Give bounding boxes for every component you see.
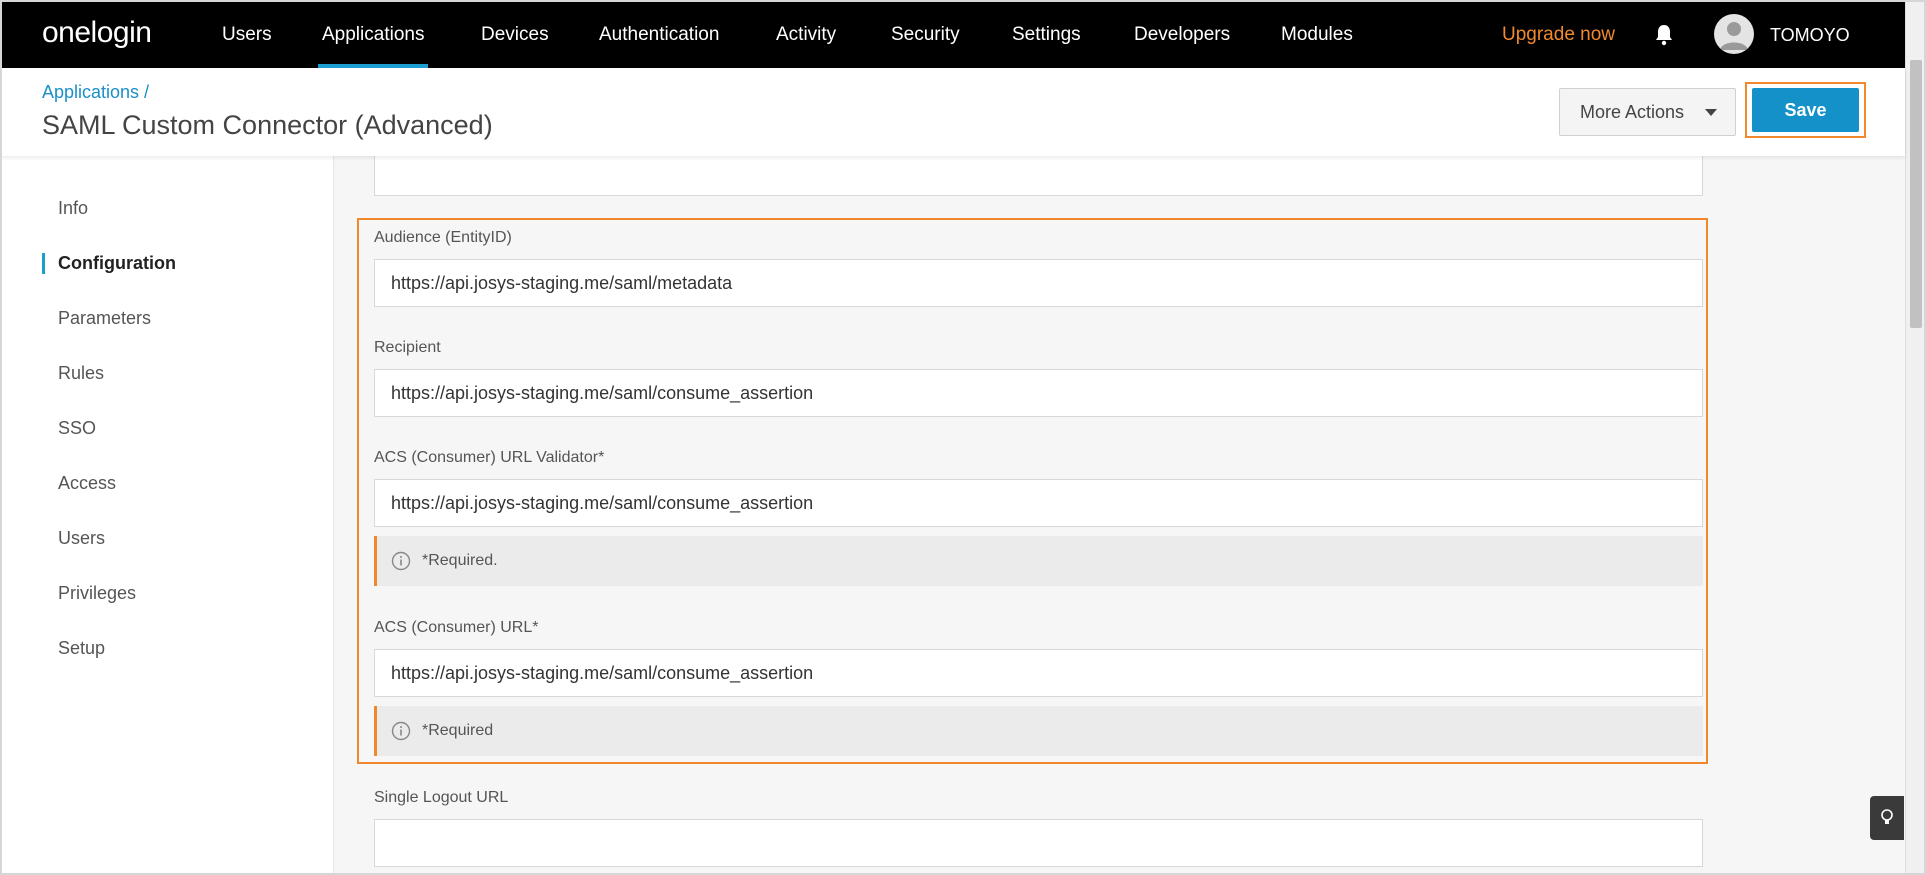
sidebar-item-sso[interactable]: SSO xyxy=(58,418,96,439)
top-navigation: onelogin Users Applications Devices Auth… xyxy=(0,0,1905,68)
recipient-label: Recipient xyxy=(374,339,441,356)
single-logout-input[interactable] xyxy=(374,819,1703,867)
sidebar-item-configuration[interactable]: Configuration xyxy=(42,253,176,274)
nav-item-security[interactable]: Security xyxy=(891,0,960,68)
breadcrumb[interactable]: Applications / xyxy=(42,82,149,103)
lightbulb-icon xyxy=(1881,809,1893,824)
caret-down-icon xyxy=(1705,109,1717,116)
scrollbar-thumb[interactable] xyxy=(1910,60,1922,328)
acs-validator-label: ACS (Consumer) URL Validator* xyxy=(374,449,605,466)
configuration-form: Audience (EntityID) https://api.josys-st… xyxy=(334,148,1905,875)
onelogin-logo[interactable]: onelogin xyxy=(42,16,152,50)
nav-item-users[interactable]: Users xyxy=(222,0,272,68)
save-button-highlight: Save xyxy=(1745,82,1866,138)
info-icon xyxy=(391,551,411,571)
nav-item-modules[interactable]: Modules xyxy=(1281,0,1353,68)
nav-item-devices[interactable]: Devices xyxy=(481,0,549,68)
audience-label: Audience (EntityID) xyxy=(374,229,512,246)
acs-url-input[interactable]: https://api.josys-staging.me/saml/consum… xyxy=(374,649,1703,697)
single-logout-label: Single Logout URL xyxy=(374,789,509,806)
acs-url-label: ACS (Consumer) URL* xyxy=(374,619,539,636)
nav-item-activity[interactable]: Activity xyxy=(776,0,836,68)
sidebar-item-users[interactable]: Users xyxy=(58,528,105,549)
upgrade-now-link[interactable]: Upgrade now xyxy=(1502,0,1615,68)
bell-icon[interactable] xyxy=(1654,24,1674,46)
acs-validator-note-text: *Required. xyxy=(422,552,498,569)
acs-validator-input[interactable]: https://api.josys-staging.me/saml/consum… xyxy=(374,479,1703,527)
sidebar: Info Configuration Parameters Rules SSO … xyxy=(0,156,334,875)
sidebar-item-info[interactable]: Info xyxy=(58,198,88,219)
audience-input[interactable]: https://api.josys-staging.me/saml/metada… xyxy=(374,259,1703,307)
sidebar-item-access[interactable]: Access xyxy=(58,473,116,494)
lightbulb-help-button[interactable] xyxy=(1870,796,1904,840)
nav-item-settings[interactable]: Settings xyxy=(1012,0,1081,68)
acs-url-note: *Required xyxy=(374,706,1703,756)
username[interactable]: TOMOYO xyxy=(1770,0,1850,68)
acs-url-note-text: *Required xyxy=(422,722,494,739)
more-actions-label: More Actions xyxy=(1580,102,1685,122)
info-icon xyxy=(391,721,411,741)
page-header: Applications / SAML Custom Connector (Ad… xyxy=(0,68,1905,156)
nav-item-developers[interactable]: Developers xyxy=(1134,0,1230,68)
acs-validator-note: *Required. xyxy=(374,536,1703,586)
nav-item-authentication[interactable]: Authentication xyxy=(599,0,719,68)
sidebar-item-rules[interactable]: Rules xyxy=(58,363,104,384)
sidebar-item-privileges[interactable]: Privileges xyxy=(58,583,136,604)
save-button[interactable]: Save xyxy=(1752,88,1859,132)
recipient-input[interactable]: https://api.josys-staging.me/saml/consum… xyxy=(374,369,1703,417)
avatar-icon[interactable] xyxy=(1714,14,1754,54)
page-title: SAML Custom Connector (Advanced) xyxy=(42,110,493,140)
vertical-scrollbar[interactable] xyxy=(1905,0,1926,875)
sidebar-item-parameters[interactable]: Parameters xyxy=(58,308,151,329)
nav-item-applications[interactable]: Applications xyxy=(317,0,429,68)
sidebar-item-setup[interactable]: Setup xyxy=(58,638,105,659)
more-actions-button[interactable]: More Actions xyxy=(1559,88,1736,136)
